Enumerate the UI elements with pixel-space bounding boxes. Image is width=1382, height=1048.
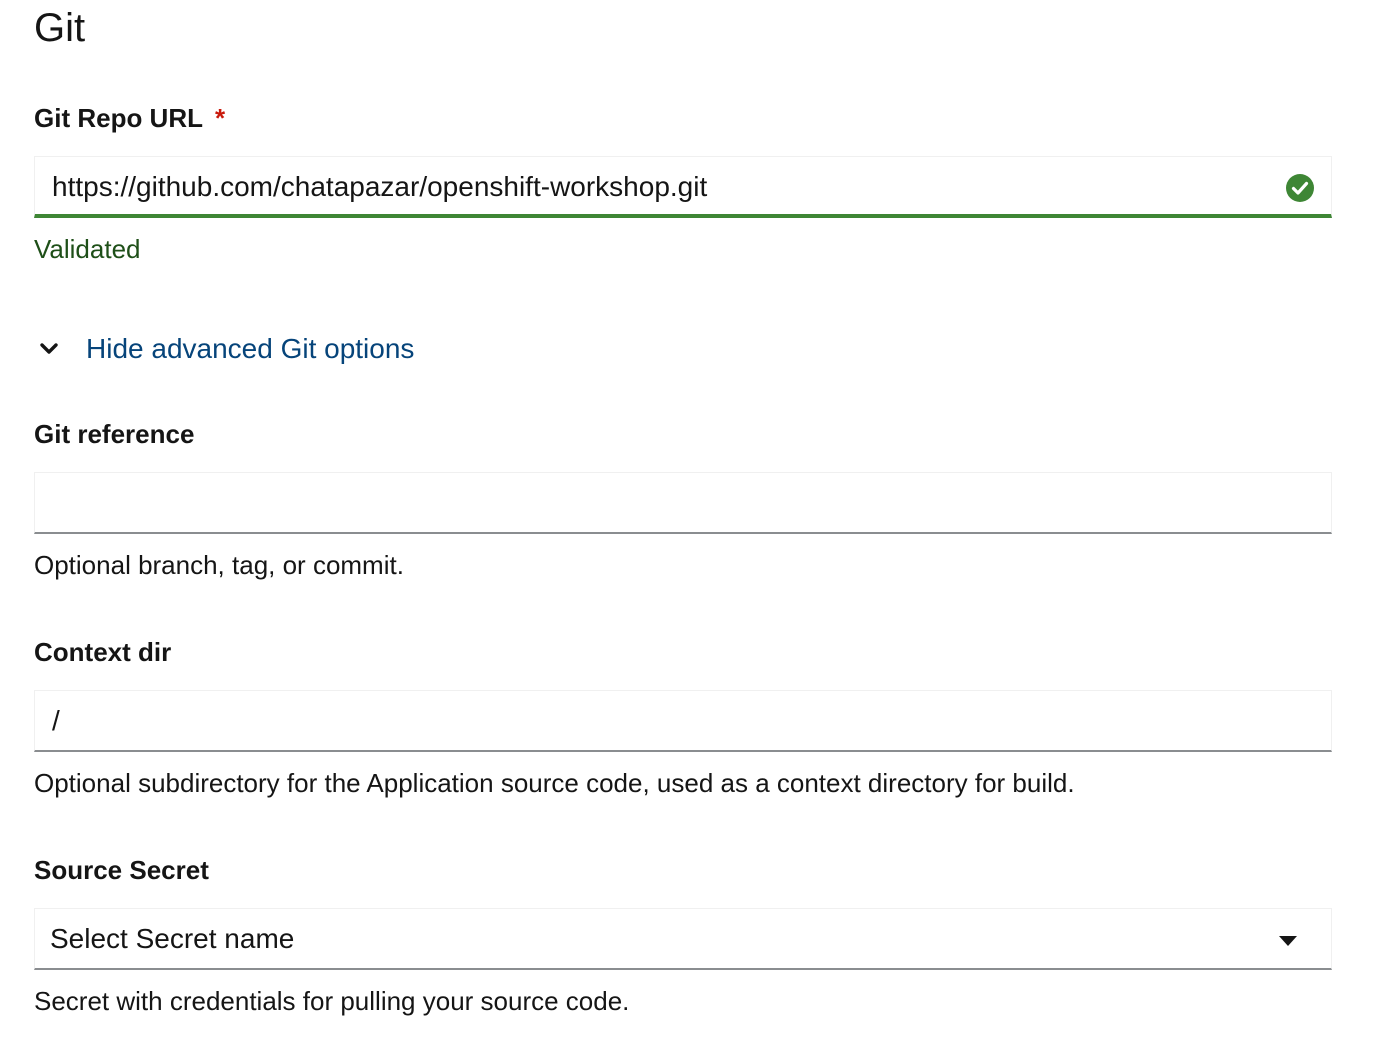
context-dir-helper: Optional subdirectory for the Applicatio… bbox=[34, 768, 1075, 798]
git-reference-input[interactable] bbox=[34, 472, 1332, 534]
git-reference-helper: Optional branch, tag, or commit. bbox=[34, 550, 404, 580]
advanced-options-toggle[interactable]: Hide advanced Git options bbox=[34, 330, 414, 368]
check-circle-icon bbox=[1286, 174, 1314, 202]
context-dir-value[interactable]: / bbox=[52, 691, 60, 751]
repo-url-helper: Validated bbox=[34, 234, 141, 264]
git-reference-label: Git reference bbox=[34, 419, 195, 449]
repo-url-label: Git Repo URL bbox=[34, 103, 203, 133]
required-indicator: * bbox=[215, 103, 226, 133]
repo-url-input[interactable]: https://github.com/chatapazar/openshift-… bbox=[34, 156, 1332, 218]
section-title: Git bbox=[34, 6, 86, 50]
source-secret-helper: Secret with credentials for pulling your… bbox=[34, 986, 630, 1016]
repo-url-label-row: Git Repo URL * bbox=[34, 102, 225, 134]
source-secret-select[interactable]: Select Secret name bbox=[34, 908, 1332, 970]
caret-down-icon[interactable] bbox=[1279, 936, 1297, 946]
advanced-options-toggle-label[interactable]: Hide advanced Git options bbox=[86, 330, 414, 368]
context-dir-input[interactable]: / bbox=[34, 690, 1332, 752]
source-secret-selected[interactable]: Select Secret name bbox=[50, 909, 294, 969]
context-dir-label: Context dir bbox=[34, 637, 172, 667]
source-secret-label: Source Secret bbox=[34, 855, 209, 885]
repo-url-value[interactable]: https://github.com/chatapazar/openshift-… bbox=[52, 157, 707, 217]
chevron-down-icon[interactable] bbox=[34, 334, 64, 364]
